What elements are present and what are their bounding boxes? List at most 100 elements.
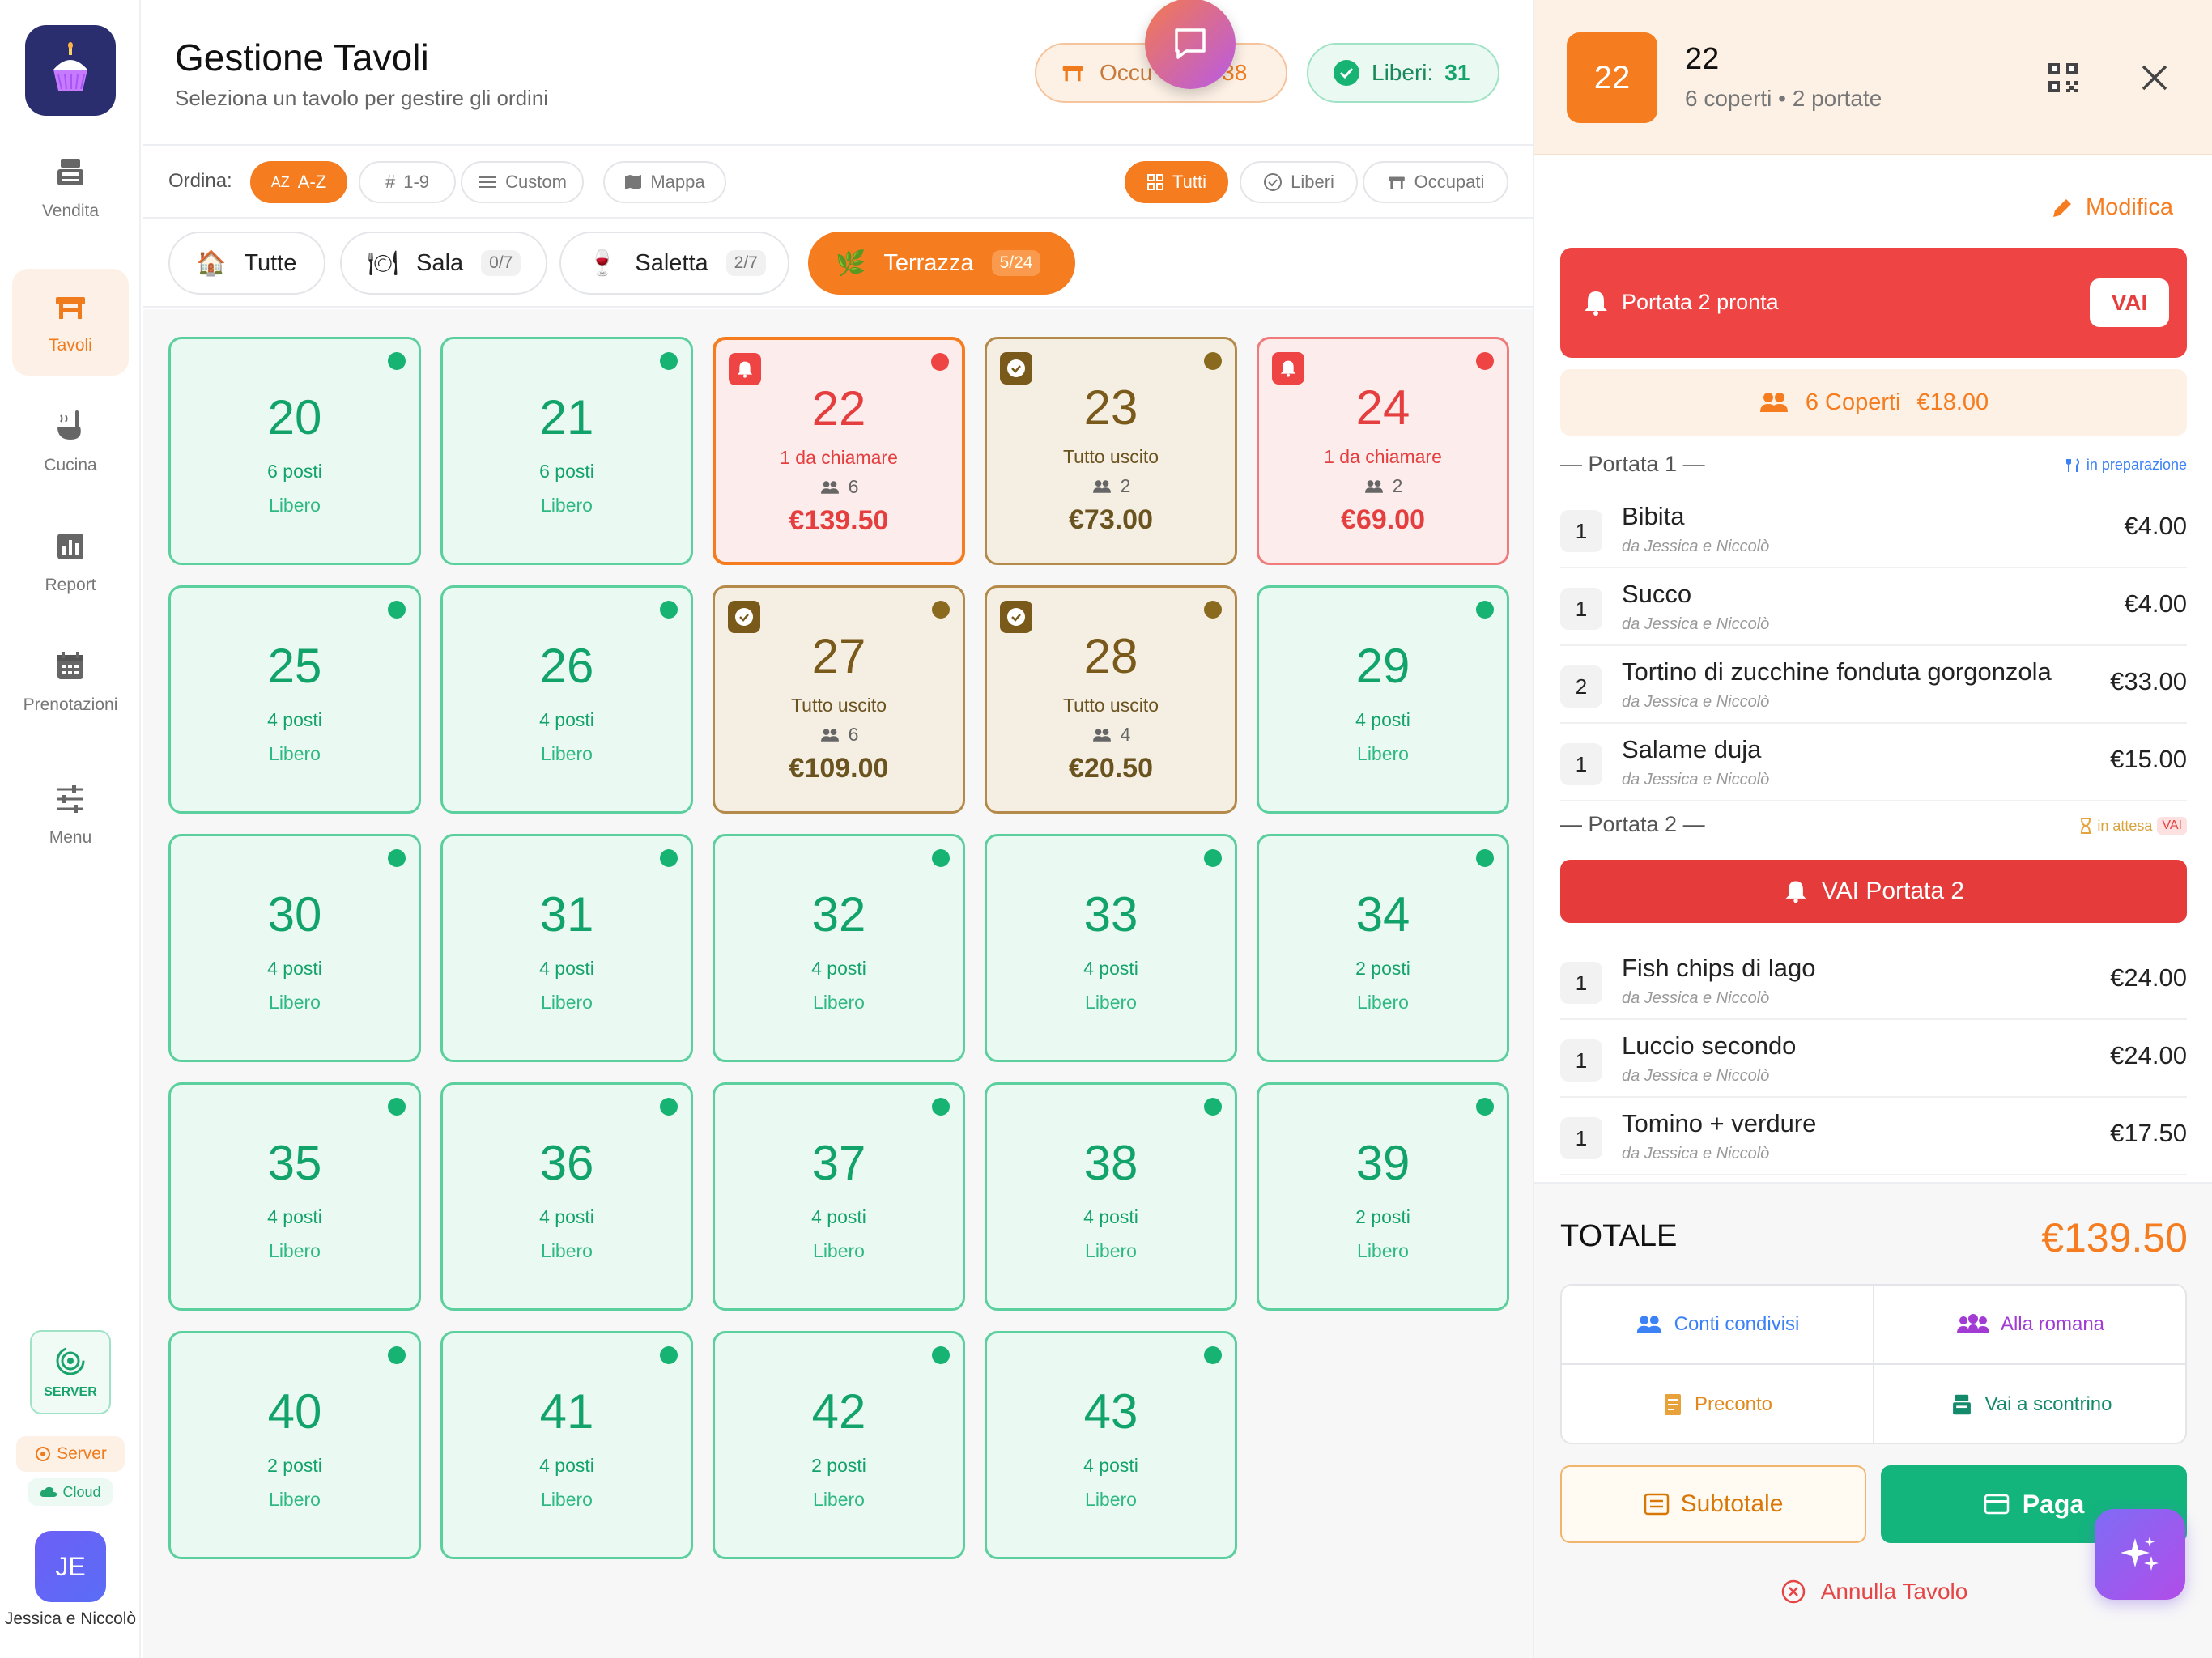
table-tile-26[interactable]: 26 4 posti Libero: [440, 585, 693, 814]
filter-occupied-chip[interactable]: Occupati: [1363, 161, 1508, 203]
close-icon: [2142, 65, 2167, 91]
table-tile-36[interactable]: 36 4 posti Libero: [440, 1082, 693, 1311]
order-item[interactable]: 1 Succo da Jessica e Niccolò €4.00: [1560, 568, 2187, 646]
table-order-status: Tutto uscito: [790, 695, 887, 716]
table-tile-28[interactable]: 28 Tutto uscito 4 €20.50: [985, 585, 1237, 814]
item-author: da Jessica e Niccolò: [1622, 771, 1770, 789]
sidebar-item-prenotazioni[interactable]: Prenotazioni: [12, 628, 129, 735]
chat-bubble-icon: [1175, 28, 1206, 59]
sort-custom-chip[interactable]: Custom: [461, 161, 584, 203]
table-tile-38[interactable]: 38 4 posti Libero: [985, 1082, 1237, 1311]
status-dot: [1204, 849, 1222, 867]
filter-all-chip[interactable]: Tutti: [1125, 161, 1228, 203]
table-number: 29: [1355, 639, 1410, 693]
tab-label: Tutte: [244, 249, 297, 276]
order-item[interactable]: 2 Tortino di zucchine fonduta gorgonzola d…: [1560, 646, 2187, 724]
order-item[interactable]: 1 Luccio secondo da Jessica e Niccolò €24.0…: [1560, 1020, 2187, 1098]
check-badge-icon: [1000, 352, 1032, 385]
total-label: TOTALE: [1560, 1219, 1678, 1253]
table-tile-43[interactable]: 43 4 posti Libero: [985, 1331, 1237, 1559]
free-count-badge[interactable]: Liberi: 31: [1307, 43, 1499, 103]
table-tile-34[interactable]: 34 2 posti Libero: [1257, 834, 1509, 1062]
send-course-2-button[interactable]: VAI Portata 2: [1560, 860, 2187, 923]
order-item[interactable]: 1 Salame duja da Jessica e Niccolò €15.00: [1560, 724, 2187, 801]
occupied-label: Occu: [1100, 60, 1153, 85]
table-tile-29[interactable]: 29 4 posti Libero: [1257, 585, 1509, 814]
server-mode-pill: Server: [16, 1436, 125, 1472]
sort-number-chip[interactable]: # 1-9: [359, 161, 456, 203]
sidebar-item-label: Prenotazioni: [23, 695, 118, 714]
grid-icon: [1147, 174, 1163, 190]
ai-assistant-button[interactable]: [2095, 1509, 2185, 1600]
item-qty: 1: [1560, 743, 1602, 785]
sidebar: Vendita Tavoli Cucina Report Prenotazion…: [0, 0, 141, 1658]
qr-code-button[interactable]: [2047, 62, 2079, 98]
table-tile-25[interactable]: 25 4 posti Libero: [168, 585, 421, 814]
hourglass-icon: [2081, 818, 2091, 834]
free-value: 31: [1444, 60, 1470, 85]
sidebar-item-menu[interactable]: Menu: [12, 761, 129, 868]
status-dot: [1204, 601, 1222, 619]
subtotal-button[interactable]: Subtotale: [1560, 1465, 1866, 1543]
table-tile-39[interactable]: 39 2 posti Libero: [1257, 1082, 1509, 1311]
cover-charge-row[interactable]: 6 Coperti €18.00: [1560, 369, 2187, 436]
alert-go-button[interactable]: VAI: [2090, 278, 2169, 327]
table-status: Libero: [541, 495, 593, 516]
table-tile-23[interactable]: 23 Tutto uscito 2 €73.00: [985, 337, 1237, 565]
table-seats: 4 posti: [811, 958, 866, 979]
table-tile-27[interactable]: 27 Tutto uscito 6 €109.00: [713, 585, 965, 814]
server-status-button[interactable]: SERVER: [30, 1330, 111, 1414]
table-tile-31[interactable]: 31 4 posti Libero: [440, 834, 693, 1062]
table-tile-40[interactable]: 40 2 posti Libero: [168, 1331, 421, 1559]
sidebar-item-cucina[interactable]: Cucina: [12, 389, 129, 495]
chat-button[interactable]: [1145, 0, 1236, 89]
pencil-icon: [2053, 198, 2071, 217]
sort-map-chip[interactable]: Mappa: [603, 161, 726, 203]
people-count: 6: [848, 724, 859, 745]
table-status: Libero: [269, 1489, 321, 1510]
sidebar-item-report[interactable]: Report: [12, 508, 129, 615]
table-status: Libero: [813, 1489, 865, 1510]
item-price: €24.00: [2110, 963, 2187, 992]
tab-tutte[interactable]: 🏠 Tutte: [168, 232, 325, 295]
table-status: Libero: [1085, 1240, 1137, 1261]
tab-sala[interactable]: 🍽 Sala 0/7: [340, 232, 547, 295]
table-tile-33[interactable]: 33 4 posti Libero: [985, 834, 1237, 1062]
course-2-header: — Portata 2 — in attesa VAI: [1560, 812, 2187, 844]
receipt-icon: [1664, 1394, 1681, 1415]
table-tile-42[interactable]: 42 2 posti Libero: [713, 1331, 965, 1559]
shared-bills-button[interactable]: Conti condivisi: [1562, 1286, 1874, 1365]
table-tile-24[interactable]: 24 1 da chiamare 2 €69.00: [1257, 337, 1509, 565]
table-tile-41[interactable]: 41 4 posti Libero: [440, 1331, 693, 1559]
order-item[interactable]: 1 Fish chips di lago da Jessica e Niccolò €…: [1560, 942, 2187, 1020]
pre-bill-button[interactable]: Preconto: [1562, 1365, 1874, 1443]
order-item[interactable]: 1 Bibita da Jessica e Niccolò €4.00: [1560, 491, 2187, 568]
map-icon: [625, 175, 642, 189]
order-item[interactable]: 1 Tomino + verdure da Jessica e Niccolò €17…: [1560, 1098, 2187, 1175]
table-tile-30[interactable]: 30 4 posti Libero: [168, 834, 421, 1062]
table-tile-37[interactable]: 37 4 posti Libero: [713, 1082, 965, 1311]
edit-table-button[interactable]: Modifica: [2050, 194, 2173, 221]
option-label: Vai a scontrino: [1984, 1393, 2112, 1415]
status-dot: [1476, 849, 1494, 867]
table-tile-20[interactable]: 20 6 posti Libero: [168, 337, 421, 565]
table-tile-22[interactable]: 22 1 da chiamare 6 €139.50: [713, 337, 965, 565]
sidebar-item-vendita[interactable]: Vendita: [12, 134, 129, 241]
table-tile-35[interactable]: 35 4 posti Libero: [168, 1082, 421, 1311]
go-to-receipt-button[interactable]: Vai a scontrino: [1874, 1365, 2185, 1443]
sort-az-chip[interactable]: A͏Z A-Z: [250, 161, 347, 203]
status-dot: [388, 1346, 406, 1364]
sidebar-item-tavoli[interactable]: Tavoli: [12, 269, 129, 376]
filter-free-chip[interactable]: Liberi: [1240, 161, 1358, 203]
tab-terrazza[interactable]: 🌿 Terrazza 5/24: [808, 232, 1075, 295]
table-tile-21[interactable]: 21 6 posti Libero: [440, 337, 693, 565]
register-icon: [57, 159, 83, 185]
avatar[interactable]: JE: [35, 1531, 106, 1602]
tab-saletta[interactable]: 🍷 Saletta 2/7: [559, 232, 789, 295]
table-tile-32[interactable]: 32 4 posti Libero: [713, 834, 965, 1062]
table-status: Libero: [269, 495, 321, 516]
course-status-text: in attesa: [2097, 817, 2153, 834]
close-panel-button[interactable]: [2140, 63, 2169, 96]
split-equal-button[interactable]: Alla romana: [1874, 1286, 2185, 1365]
people-count: 2: [1392, 475, 1403, 496]
